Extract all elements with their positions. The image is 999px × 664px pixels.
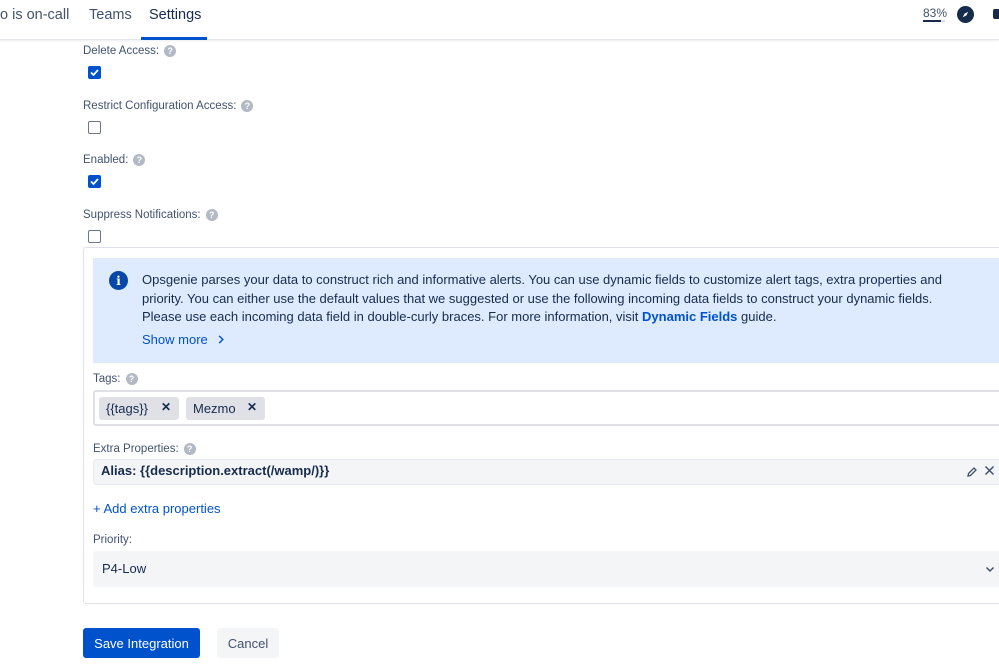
active-tab-indicator [141,37,207,40]
help-icon[interactable]: ? [164,45,177,57]
info-icon: i [109,271,128,290]
tags-label: Tags: ? [93,373,138,385]
remove-tag-icon[interactable]: ✕ [247,400,257,414]
chevron-down-icon [985,566,995,573]
tag-chip: Mezmo ✕ [186,397,265,420]
priority-label: Priority: [93,534,132,546]
help-icon[interactable]: ? [133,154,146,166]
zoom-bar-fill [923,20,942,22]
dynamic-fields-link[interactable]: Dynamic Fields [642,309,737,324]
suppress-notifications-checkbox[interactable] [88,230,101,243]
chevron-right-icon [219,335,225,344]
zoom-level: 83% [923,6,948,20]
tag-chip: {{tags}} ✕ [99,397,179,420]
delete-access-label: Delete Access: ? [83,45,177,57]
help-icon[interactable]: ? [205,209,218,221]
nav-item-teams[interactable]: Teams [89,7,132,23]
add-extra-properties-link[interactable]: + Add extra properties [93,501,221,516]
cancel-button[interactable]: Cancel [217,628,279,658]
extra-properties-label: Extra Properties: ? [93,443,196,455]
info-text: Opsgenie parses your data to construct r… [142,272,942,325]
save-integration-button[interactable]: Save Integration [83,628,200,658]
nav-item-who-is-on-call[interactable]: o is on-call [0,7,69,23]
compass-icon[interactable] [957,6,974,23]
nav-item-settings[interactable]: Settings [149,7,201,23]
restrict-config-checkbox[interactable] [88,121,101,134]
show-more-link[interactable]: Show more [142,332,225,347]
help-icon[interactable]: ? [241,100,254,112]
partial-icon[interactable] [993,9,999,19]
enabled-label: Enabled: ? [83,154,146,166]
help-icon[interactable]: ? [183,443,196,455]
suppress-notifications-label: Suppress Notifications: ? [83,209,218,221]
priority-value: P4-Low [102,561,147,576]
delete-access-checkbox[interactable] [88,66,101,79]
zoom-bar [923,20,945,22]
extra-property-value: Alias: {{description.extract(/wamp/)}} [101,463,330,478]
edit-icon[interactable] [966,466,978,478]
priority-select[interactable] [93,551,999,587]
restrict-config-label: Restrict Configuration Access: ? [83,100,254,112]
enabled-checkbox[interactable] [88,175,101,188]
help-icon[interactable]: ? [125,373,138,385]
delete-icon[interactable] [984,465,995,476]
remove-tag-icon[interactable]: ✕ [161,400,171,414]
